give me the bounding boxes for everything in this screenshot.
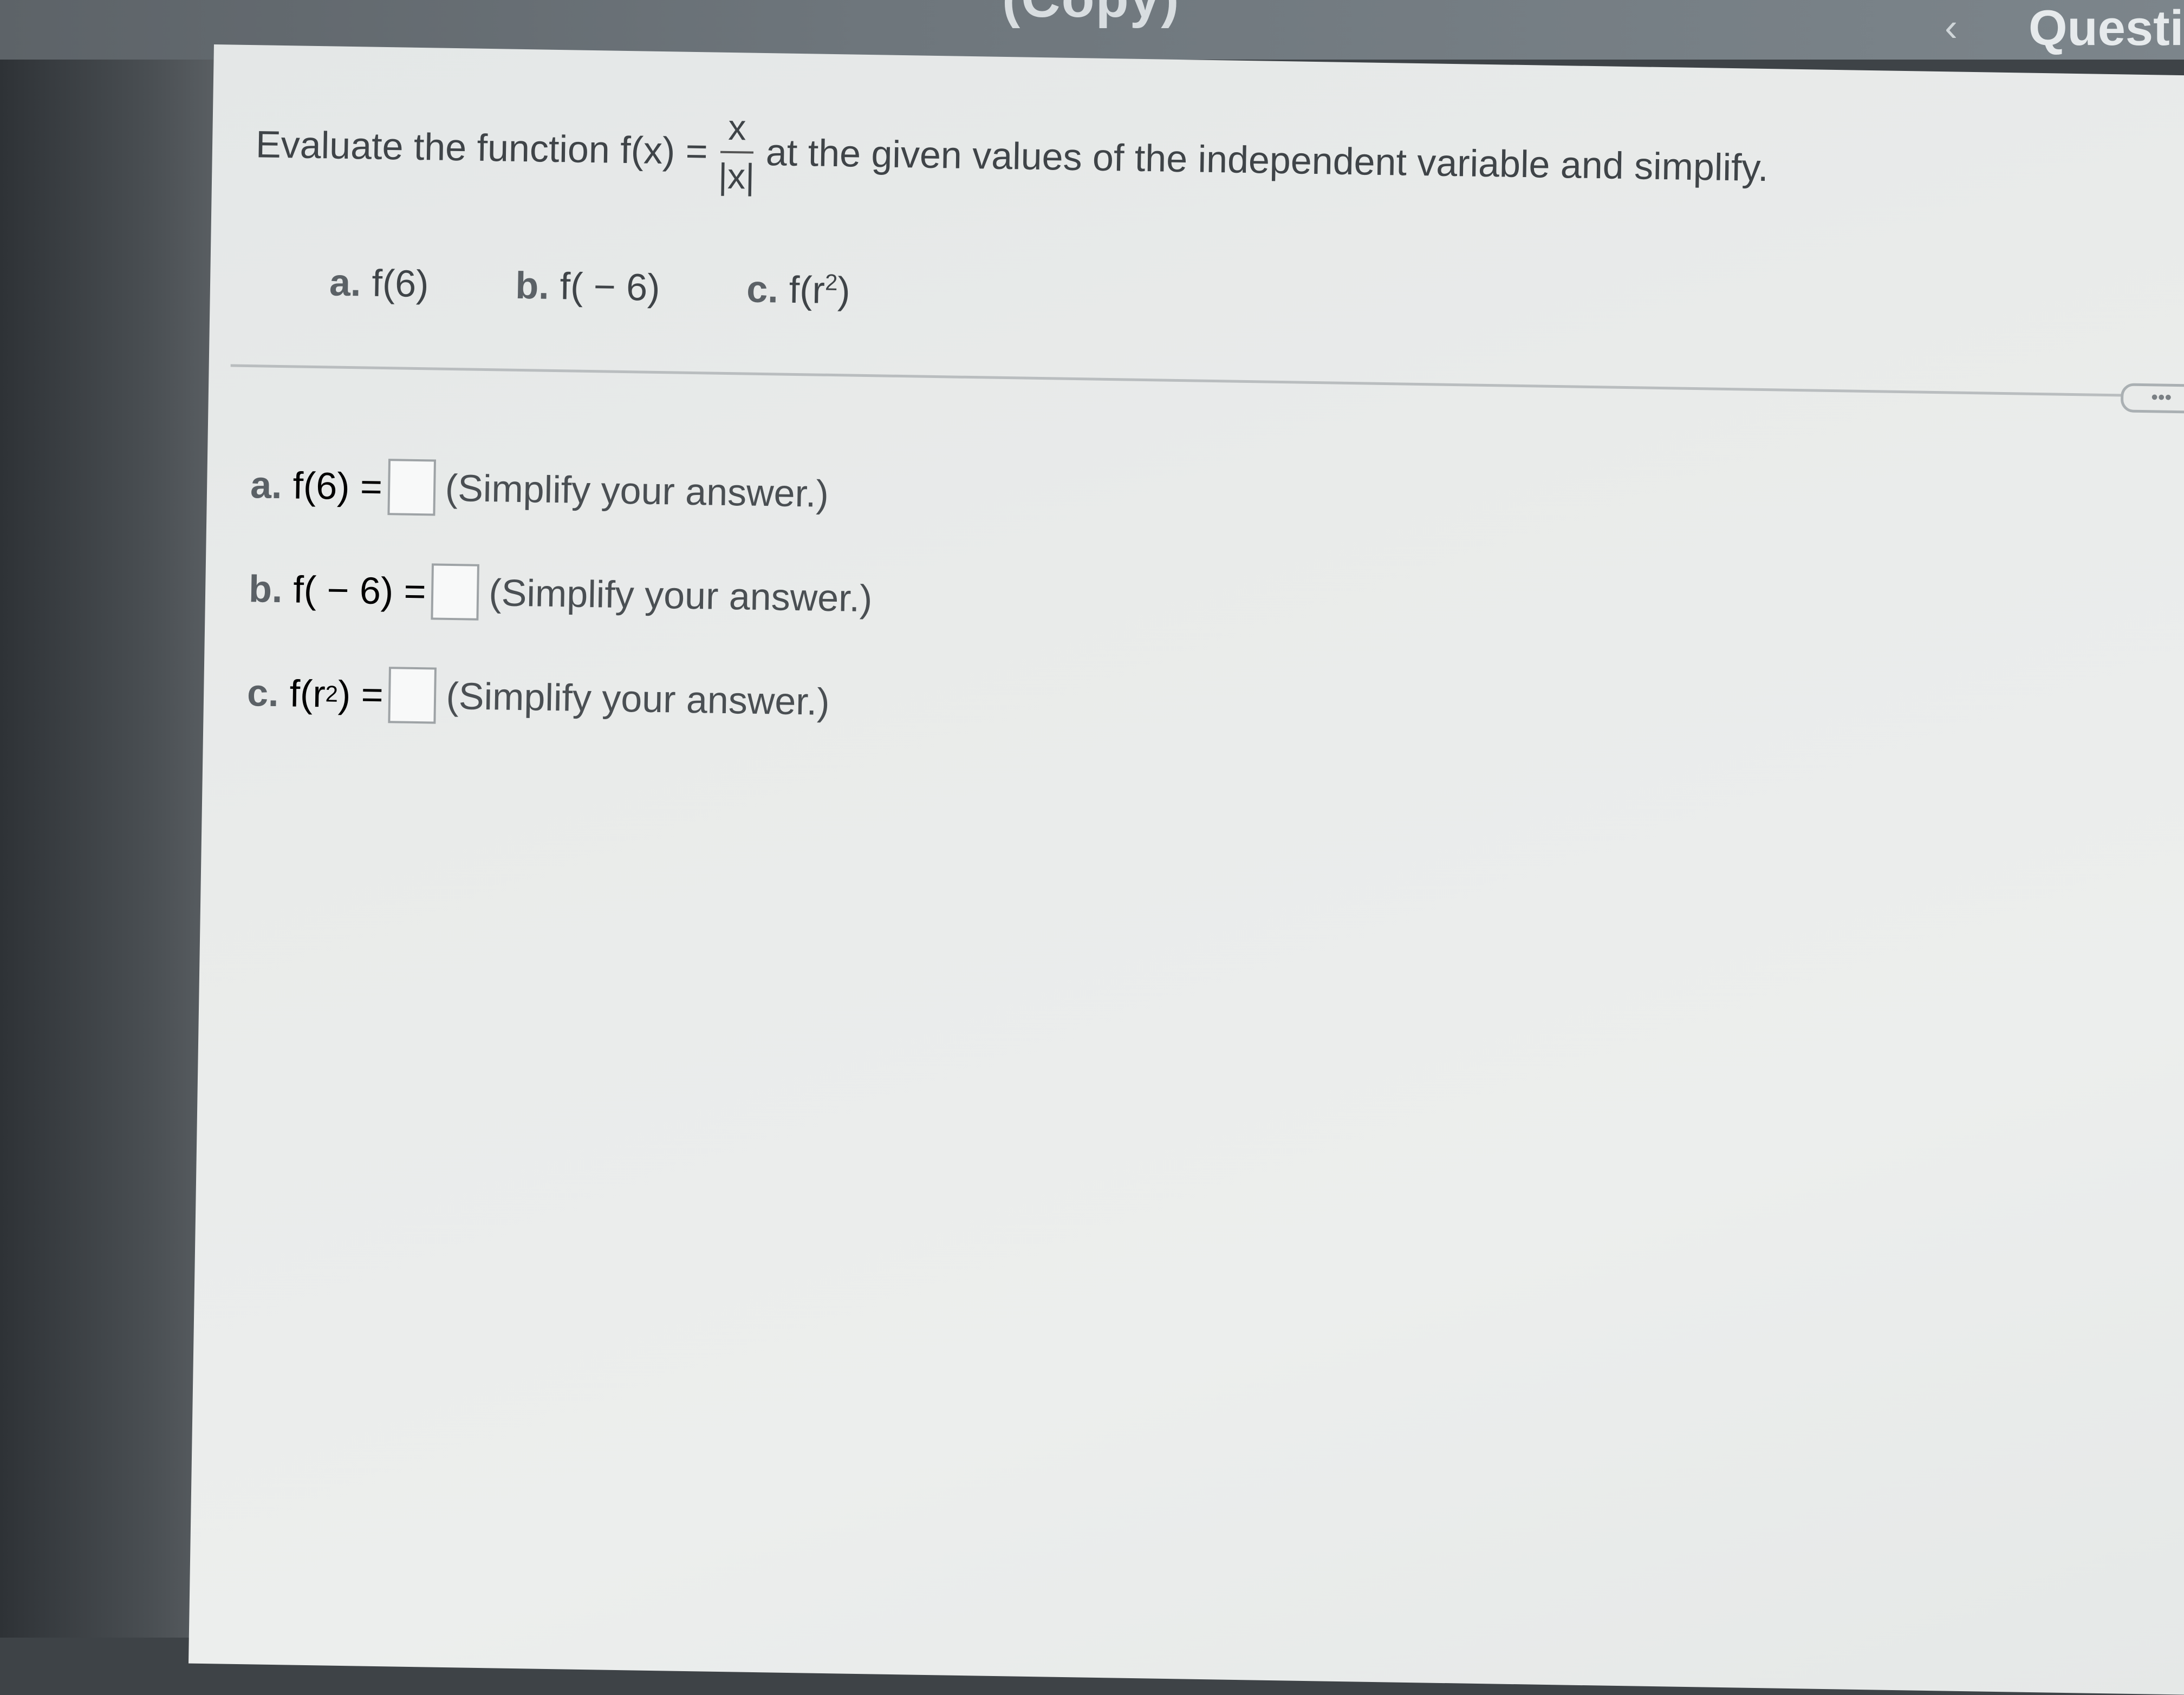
chevron-left-icon[interactable]: ‹ [1945,5,1958,50]
answer-row-a: a. f(6) = (Simplify your answer.) [250,457,874,523]
answer-label: b. [248,568,283,611]
answer-expression: f(6) = [292,464,383,508]
answer-hint: (Simplify your answer.) [446,674,830,723]
answer-hint: (Simplify your answer.) [445,466,829,515]
part-c: c. f(r2) [746,268,850,312]
answer-input-b[interactable] [431,563,480,621]
part-label: c. [746,268,779,311]
part-b: b. f( − 6) [515,264,660,309]
part-expression: f( − 6) [560,265,661,309]
answer-expression-end: ) = [337,673,384,716]
question-prompt: Evaluate the function f(x) = x |x| at th… [255,99,1769,213]
section-divider [230,364,2137,397]
answer-input-c[interactable] [388,667,437,724]
fraction-denominator: |x| [718,155,755,197]
assignment-title: (Copy) [1002,0,1180,30]
part-label: b. [515,264,550,307]
prompt-text-before: Evaluate the function f(x) = [255,123,708,173]
answer-label: a. [250,464,283,507]
part-expression: f(6) [371,262,430,305]
question-panel: Evaluate the function f(x) = x |x| at th… [188,44,2184,1695]
answer-section: a. f(6) = (Simplify your answer.) b. f( … [246,457,874,778]
part-expression-exponent: 2 [824,269,838,295]
answer-expression: f( − 6) = [292,568,427,613]
part-expression-end: ) [837,269,851,312]
answer-hint: (Simplify your answer.) [488,571,873,620]
screen-bezel [0,0,217,1638]
function-fraction: x |x| [718,106,756,197]
answer-row-c: c. f(r 2) = (Simplify your answer.) [246,664,871,731]
question-nav-label[interactable]: Questio [2029,0,2184,57]
more-options-button[interactable]: ••• [2120,383,2184,414]
part-a: a. f(6) [329,260,430,305]
answer-input-a[interactable] [387,459,436,516]
fraction-numerator: x [720,106,755,154]
answer-label: c. [246,672,280,715]
part-label: a. [329,261,362,304]
part-expression-base: f(r [789,268,826,311]
question-parts: a. f(6) b. f( − 6) c. f(r2) [329,260,1766,327]
answer-row-b: b. f( − 6) = (Simplify your answer.) [248,560,873,627]
answer-expression-exponent: 2 [325,681,339,707]
question-content: Evaluate the function f(x) = x |x| at th… [253,99,1770,327]
answer-expression-base: f(r [289,672,326,715]
prompt-text-after: at the given values of the independent v… [765,131,1769,190]
